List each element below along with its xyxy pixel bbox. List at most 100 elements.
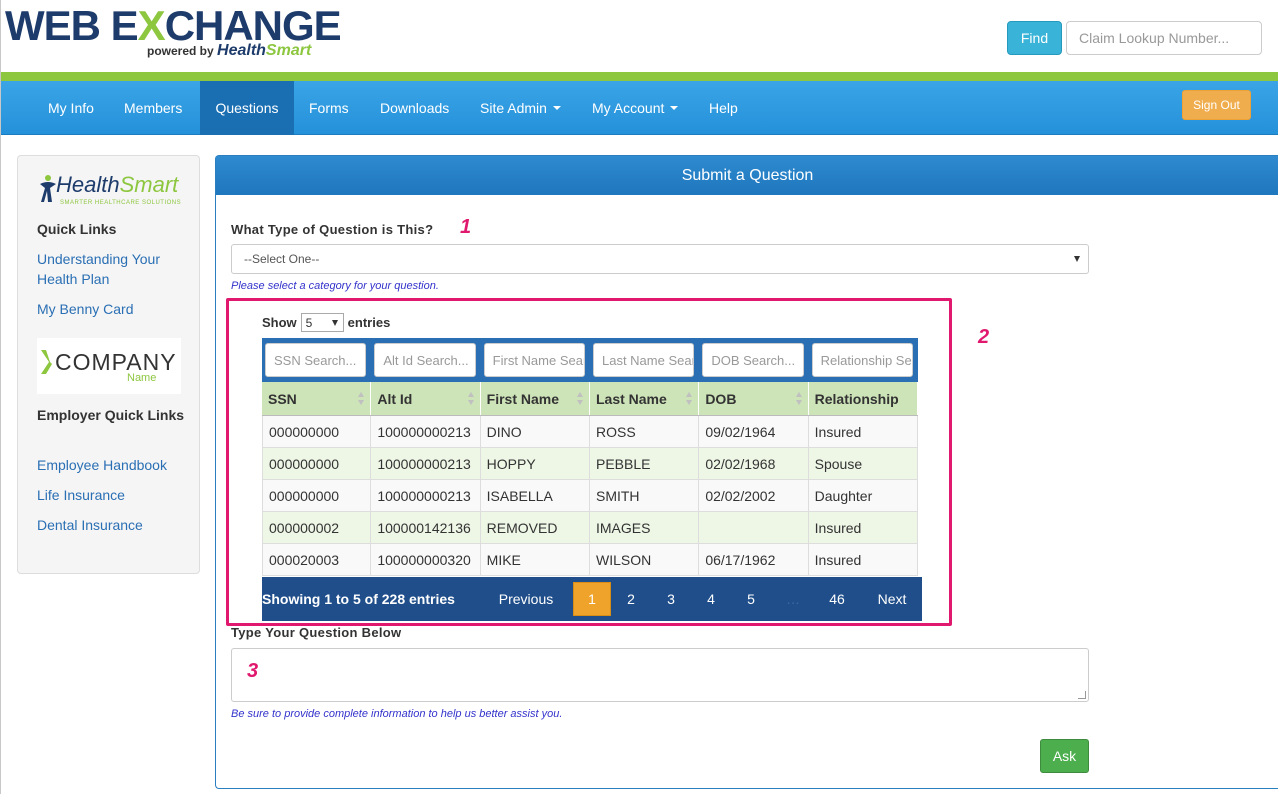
caret-down-icon: [552, 106, 561, 110]
cell-dob: [699, 512, 809, 543]
question-type-select[interactable]: --Select One--: [231, 244, 1089, 274]
pagination-page-3[interactable]: 3: [652, 577, 690, 621]
cell-dob: 06/17/1962: [699, 544, 809, 575]
claim-lookup-input[interactable]: Claim Lookup Number...: [1066, 21, 1262, 55]
link-understanding-health-plan[interactable]: Understanding Your Health Plan: [37, 249, 187, 289]
ask-button[interactable]: Ask: [1040, 739, 1089, 773]
cell-first-name: ISABELLA: [481, 480, 590, 511]
healthsmart-figure-icon: [40, 175, 56, 202]
nav-forms[interactable]: Forms: [294, 81, 364, 135]
sort-icon: [576, 392, 583, 406]
sign-out-button[interactable]: Sign Out: [1182, 90, 1251, 120]
nav-my-info[interactable]: My Info: [33, 81, 109, 135]
table-pagination: Showing 1 to 5 of 228 entries Previous 1…: [262, 577, 922, 621]
pagination-page-5[interactable]: 5: [732, 577, 770, 621]
nav-site-admin[interactable]: Site Admin: [465, 81, 576, 135]
table-row[interactable]: 000000000 100000000213 ISABELLA SMITH 02…: [262, 480, 918, 512]
webexchange-logo[interactable]: WEB EXCHANGE powered by HealthSmart: [5, 2, 342, 68]
question-textarea[interactable]: [231, 648, 1089, 702]
link-dental-insurance[interactable]: Dental Insurance: [37, 515, 187, 535]
cell-last-name: IMAGES: [590, 512, 700, 543]
table-row[interactable]: 000000000 100000000213 DINO ROSS 09/02/1…: [262, 416, 918, 448]
table-row[interactable]: 000000000 100000000213 HOPPY PEBBLE 02/0…: [262, 448, 918, 480]
first-name-search-input[interactable]: First Name Search...: [483, 343, 585, 377]
relationship-search-input[interactable]: Relationship Search...: [811, 343, 913, 377]
cell-alt-id: 100000000213: [371, 480, 481, 511]
column-header-last-name[interactable]: Last Name: [590, 382, 700, 415]
healthsmart-logo: HealthSmart SMARTER HEALTHCARE SOLUTIONS: [38, 172, 183, 206]
link-life-insurance[interactable]: Life Insurance: [37, 485, 187, 505]
question-type-label: What Type of Question is This?: [231, 222, 434, 237]
panel-title: Submit a Question: [216, 156, 1278, 195]
cell-first-name: REMOVED: [481, 512, 590, 543]
find-button[interactable]: Find: [1007, 21, 1062, 55]
table-row[interactable]: 000020003 100000000320 MIKE WILSON 06/17…: [262, 544, 918, 576]
cell-last-name: PEBBLE: [590, 448, 700, 479]
cell-dob: 02/02/2002: [699, 480, 809, 511]
cell-alt-id: 100000000320: [371, 544, 481, 575]
column-header-dob[interactable]: DOB: [699, 382, 809, 415]
question-text-hint: Be sure to provide complete information …: [231, 708, 563, 720]
show-entries: Show 5 entries: [262, 313, 390, 332]
pagination-page-46[interactable]: 46: [818, 577, 856, 621]
cell-last-name: WILSON: [590, 544, 700, 575]
pagination-previous[interactable]: Previous: [494, 577, 558, 621]
annotation-marker-2: 2: [978, 326, 990, 348]
last-name-search-input[interactable]: Last Name Search...: [592, 343, 695, 377]
column-header-relationship[interactable]: Relationship: [809, 382, 918, 415]
submit-question-panel: Submit a Question What Type of Question …: [215, 155, 1278, 789]
nav-questions[interactable]: Questions: [200, 81, 294, 135]
header-accent-bar: [1, 72, 1278, 81]
table-row[interactable]: 000000002 100000142136 REMOVED IMAGES In…: [262, 512, 918, 544]
column-header-alt-id[interactable]: Alt Id: [371, 382, 481, 415]
column-header-first-name[interactable]: First Name: [481, 382, 590, 415]
annotation-marker-3: 3: [247, 660, 259, 682]
nav-my-account-label: My Account: [592, 100, 665, 116]
ssn-search-input[interactable]: SSN Search...: [265, 343, 367, 377]
resize-handle-icon[interactable]: [1078, 691, 1086, 699]
pagination-next[interactable]: Next: [866, 577, 918, 621]
cell-ssn: 000020003: [262, 544, 372, 575]
cell-relationship: Insured: [809, 544, 918, 575]
entries-per-page-select[interactable]: 5: [300, 313, 344, 332]
sort-icon: [795, 392, 802, 406]
link-my-benny-card[interactable]: My Benny Card: [37, 299, 187, 319]
nav-help[interactable]: Help: [694, 81, 753, 135]
pagination-page-2[interactable]: 2: [612, 577, 650, 621]
pagination-page-1[interactable]: 1: [573, 582, 611, 616]
dropdown-arrow-icon: [331, 320, 338, 326]
pagination-info: Showing 1 to 5 of 228 entries: [262, 591, 455, 607]
nav-site-admin-label: Site Admin: [480, 100, 547, 116]
cell-relationship: Spouse: [809, 448, 918, 479]
main-nav: My Info Members Questions Forms Download…: [1, 81, 1278, 135]
link-employee-handbook[interactable]: Employee Handbook: [37, 455, 187, 475]
cell-ssn: 000000000: [262, 480, 372, 511]
nav-downloads[interactable]: Downloads: [365, 81, 464, 135]
cell-relationship: Daughter: [809, 480, 918, 511]
members-table: SSN Search... Alt Id Search... First Nam…: [262, 338, 918, 576]
dropdown-arrow-icon: [1074, 256, 1080, 262]
entries-label: entries: [347, 315, 391, 330]
column-search-row: SSN Search... Alt Id Search... First Nam…: [262, 338, 918, 382]
annotation-marker-1: 1: [460, 216, 472, 238]
sort-icon: [358, 392, 365, 406]
company-logo: COMPANY Name: [37, 338, 181, 394]
column-header-ssn[interactable]: SSN: [262, 382, 372, 415]
cell-first-name: HOPPY: [481, 448, 590, 479]
table-header-row: SSN Alt Id First Name Last Name DOB Rela…: [262, 382, 918, 416]
pagination-ellipsis: …: [786, 591, 800, 607]
alt-id-search-input[interactable]: Alt Id Search...: [374, 343, 476, 377]
nav-my-account[interactable]: My Account: [577, 81, 693, 135]
sort-icon: [467, 392, 474, 406]
nav-members[interactable]: Members: [109, 81, 197, 135]
cell-relationship: Insured: [809, 512, 918, 543]
cell-alt-id: 100000000213: [371, 448, 481, 479]
cell-alt-id: 100000000213: [371, 416, 481, 447]
show-label: Show: [262, 315, 297, 330]
quick-links-title: Quick Links: [37, 221, 117, 237]
header: WEB EXCHANGE powered by HealthSmart Find…: [1, 0, 1278, 72]
cell-ssn: 000000002: [262, 512, 372, 543]
pagination-page-4[interactable]: 4: [692, 577, 730, 621]
dob-search-input[interactable]: DOB Search...: [702, 343, 804, 377]
employer-quick-links-title: Employer Quick Links: [37, 407, 185, 423]
